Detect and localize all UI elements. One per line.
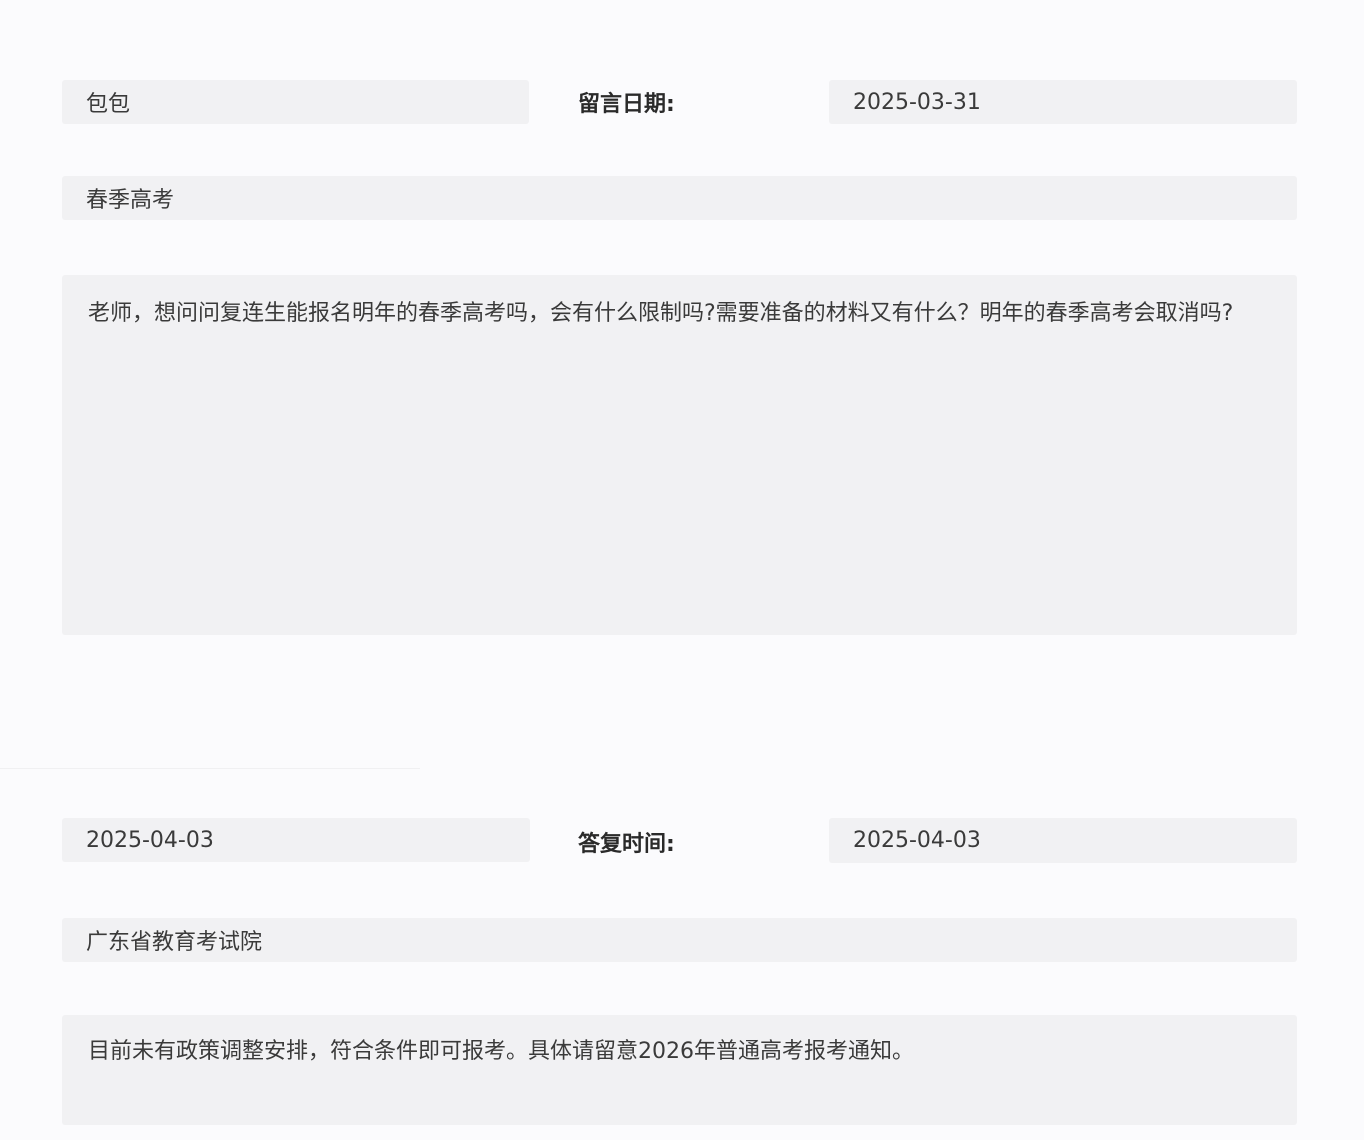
reply-content-text: 目前未有政策调整安排，符合条件即可报考。具体请留意2026年普通高考报考通知。 [88,1039,914,1064]
message-name-value: 包包 [86,92,131,117]
message-date-label: 留言日期: [578,92,675,117]
reply-date-field: 2025-04-03 [62,818,530,862]
reply-department-value: 广东省教育考试院 [86,930,263,955]
reply-time-field: 2025-04-03 [829,818,1297,863]
message-category-value: 春季高考 [86,188,175,213]
reply-department-field: 广东省教育考试院 [62,918,1297,962]
message-content-text: 老师，想问问复连生能报名明年的春季高考吗，会有什么限制吗?需要准备的材料又有什么… [88,301,1234,326]
reply-time-value: 2025-04-03 [853,828,981,853]
message-name-field: 包包 [62,80,529,124]
section-divider [0,768,420,769]
message-content-box: 老师，想问问复连生能报名明年的春季高考吗，会有什么限制吗?需要准备的材料又有什么… [62,275,1297,635]
reply-content-box: 目前未有政策调整安排，符合条件即可报考。具体请留意2026年普通高考报考通知。 [62,1015,1297,1125]
message-date-field: 2025-03-31 [829,80,1297,124]
message-date-value: 2025-03-31 [853,89,981,115]
reply-date-value: 2025-04-03 [86,827,214,853]
message-category-field: 春季高考 [62,176,1297,220]
message-detail-page: 包包 留言日期: 2025-03-31 春季高考 老师，想问问复连生能报名明年的… [0,0,1364,1140]
reply-time-label: 答复时间: [578,832,675,857]
